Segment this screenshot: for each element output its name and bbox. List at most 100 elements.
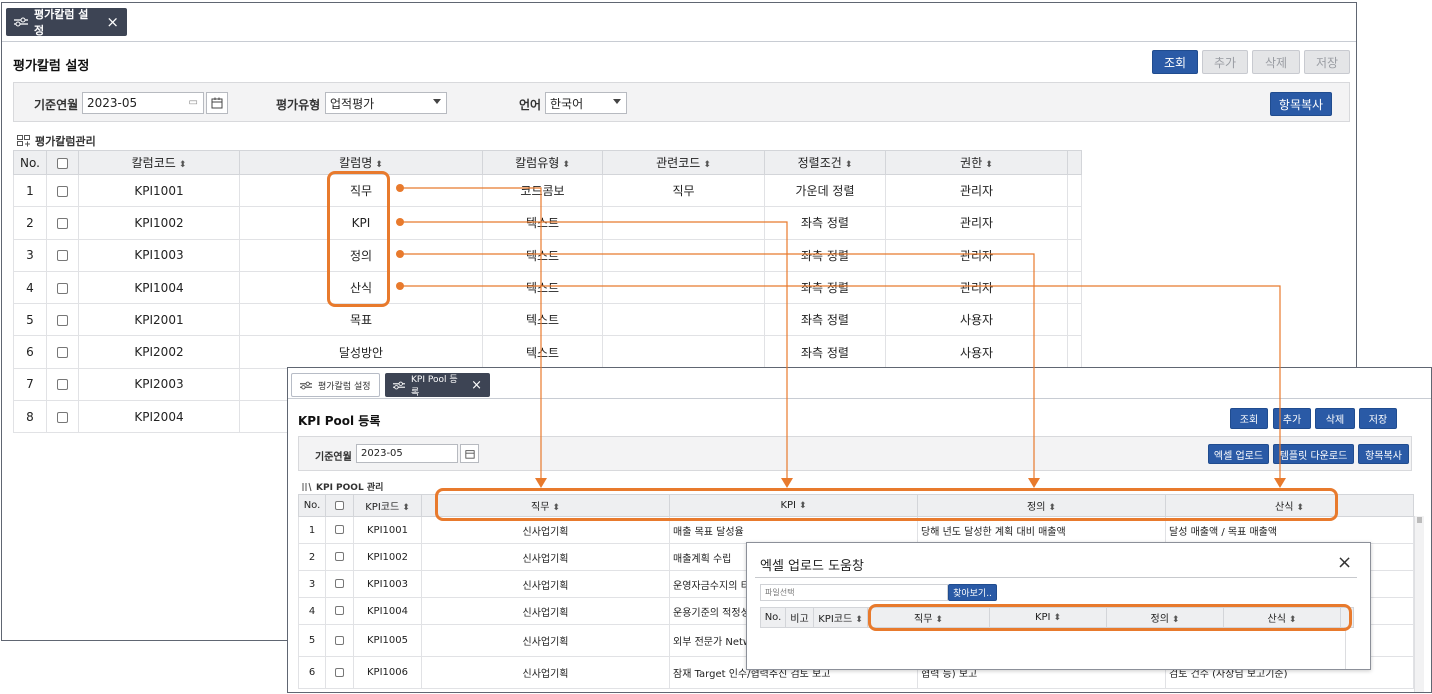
cell-checkbox[interactable] [46, 238, 79, 272]
sort-icon[interactable]: ⬍ [1296, 503, 1304, 513]
cell-checkbox[interactable] [325, 516, 354, 544]
sort-icon[interactable]: ⬍ [1048, 503, 1056, 513]
cell-column-type[interactable]: 코드콤보 [482, 173, 603, 208]
cell-column-type[interactable]: 텍스트 [482, 206, 603, 240]
cell-column-code[interactable]: KPI2003 [78, 367, 240, 402]
excel-upload-button[interactable]: 엑셀 업로드 [1208, 444, 1269, 464]
cell-checkbox[interactable] [46, 270, 79, 305]
cell-no[interactable]: 2 [13, 206, 47, 240]
sort-icon[interactable]: ⬍ [552, 503, 560, 513]
cell-kpi-code[interactable]: KPI1005 [353, 624, 422, 657]
scrollbar-thumb[interactable] [1417, 517, 1422, 523]
cell-alignment[interactable]: 좌측 정렬 [764, 238, 886, 272]
cell-kpi-code[interactable]: KPI1006 [353, 656, 422, 689]
cell-column-code[interactable]: KPI2004 [78, 400, 240, 434]
eval-type-select[interactable]: 업적평가 [325, 92, 447, 114]
cell-no[interactable]: 1 [298, 516, 326, 544]
header-job[interactable]: 직무 ⬍ [421, 494, 670, 517]
cell-column-name[interactable]: 산식 [239, 270, 483, 305]
cell-checkbox[interactable] [46, 400, 79, 434]
cell-column-code[interactable]: KPI1004 [78, 270, 240, 305]
cell-related-code[interactable] [602, 206, 765, 240]
header-column-type[interactable]: 칼럼유형 ⬍ [482, 150, 603, 175]
cell-no[interactable]: 6 [13, 335, 47, 369]
sort-icon[interactable]: ⬍ [375, 160, 383, 170]
cell-checkbox[interactable] [46, 335, 79, 369]
close-icon[interactable]: × [106, 13, 119, 31]
table-row[interactable]: 5 KPI2001 목표 텍스트 좌측 정렬 사용자 [13, 303, 1082, 337]
sort-icon[interactable]: ⬍ [845, 160, 853, 170]
row-checkbox[interactable] [335, 525, 344, 534]
sort-icon[interactable]: ⬍ [402, 503, 410, 513]
select-all-checkbox[interactable] [335, 500, 344, 510]
cell-no[interactable]: 2 [298, 543, 326, 571]
cell-related-code[interactable]: 직무 [602, 173, 765, 208]
header-kpi-code[interactable]: KPI코드 ⬍ [353, 494, 422, 517]
header-kpi-code[interactable]: KPI코드 ⬍ [813, 607, 868, 628]
vertical-scrollbar[interactable] [1414, 516, 1424, 692]
header-select-all[interactable] [46, 150, 79, 175]
file-select-input[interactable]: 파일선택 [760, 584, 948, 601]
cell-checkbox[interactable] [325, 543, 354, 571]
cell-permission[interactable]: 사용자 [885, 303, 1068, 337]
cell-related-code[interactable] [602, 270, 765, 305]
table-row[interactable]: 1 KPI1001 신사업기획 매출 목표 달성율 당해 년도 달성한 계획 대비 매출… [298, 516, 1414, 544]
cell-job[interactable]: 신사업기획 [421, 597, 670, 625]
row-checkbox[interactable] [57, 217, 68, 229]
header-job[interactable]: 직무 ⬍ [867, 607, 990, 628]
cell-checkbox[interactable] [325, 656, 354, 689]
header-remark[interactable]: 비고 [785, 607, 814, 628]
cell-no[interactable]: 3 [298, 570, 326, 598]
cell-column-name[interactable]: 직무 [239, 173, 483, 208]
cell-job[interactable]: 신사업기획 [421, 624, 670, 657]
delete-button[interactable]: 삭제 [1315, 408, 1355, 429]
cell-column-code[interactable]: KPI1001 [78, 173, 240, 208]
cell-alignment[interactable]: 좌측 정렬 [764, 206, 886, 240]
sort-icon[interactable]: ⬍ [1054, 613, 1062, 623]
cell-column-type[interactable]: 텍스트 [482, 238, 603, 272]
cell-formula[interactable]: 달성 매출액 / 목표 매출액 [1165, 516, 1414, 544]
sort-icon[interactable]: ⬍ [855, 615, 863, 625]
cell-checkbox[interactable] [46, 206, 79, 240]
cell-job[interactable]: 신사업기획 [421, 516, 670, 544]
cell-checkbox[interactable] [46, 367, 79, 402]
close-icon[interactable]: × [471, 378, 482, 393]
header-kpi[interactable]: KPI ⬍ [669, 494, 918, 517]
cell-column-type[interactable]: 텍스트 [482, 270, 603, 305]
cell-alignment[interactable]: 좌측 정렬 [764, 303, 886, 337]
sort-icon[interactable]: ⬍ [1289, 615, 1297, 625]
cell-kpi-code[interactable]: KPI1004 [353, 597, 422, 625]
tab-column-settings[interactable]: 평가칼럼 설정 × [6, 8, 127, 37]
select-all-checkbox[interactable] [57, 157, 68, 169]
header-formula[interactable]: 산식 ⬍ [1223, 607, 1341, 628]
row-checkbox[interactable] [335, 552, 344, 561]
cell-kpi[interactable]: 매출 목표 달성율 [669, 516, 918, 544]
cell-alignment[interactable]: 좌측 정렬 [764, 335, 886, 369]
row-checkbox[interactable] [335, 635, 344, 645]
header-definition[interactable]: 정의 ⬍ [1106, 607, 1224, 628]
cell-definition[interactable]: 당해 년도 달성한 계획 대비 매출액 [917, 516, 1166, 544]
cell-kpi-code[interactable]: KPI1001 [353, 516, 422, 544]
header-column-code[interactable]: 칼럼코드 ⬍ [78, 150, 240, 175]
cell-related-code[interactable] [602, 303, 765, 337]
cell-checkbox[interactable] [46, 303, 79, 337]
cell-column-name[interactable]: KPI [239, 206, 483, 240]
copy-items-button[interactable]: 항목복사 [1270, 92, 1332, 116]
browse-button[interactable]: 찾아보기.. [948, 584, 997, 601]
row-checkbox[interactable] [335, 579, 344, 588]
sort-icon[interactable]: ⬍ [179, 160, 187, 170]
cell-no[interactable]: 3 [13, 238, 47, 272]
cell-job[interactable]: 신사업기획 [421, 570, 670, 598]
cell-no[interactable]: 4 [13, 270, 47, 305]
cell-kpi-code[interactable]: KPI1002 [353, 543, 422, 571]
header-alignment[interactable]: 정렬조건 ⬍ [764, 150, 886, 175]
cell-checkbox[interactable] [325, 624, 354, 657]
cell-permission[interactable]: 관리자 [885, 238, 1068, 272]
cell-permission[interactable]: 사용자 [885, 335, 1068, 369]
cell-no[interactable]: 5 [13, 303, 47, 337]
cell-column-code[interactable]: KPI1002 [78, 206, 240, 240]
sort-icon[interactable]: ⬍ [985, 160, 993, 170]
sort-icon[interactable]: ⬍ [1172, 615, 1180, 625]
header-related-code[interactable]: 관련코드 ⬍ [602, 150, 765, 175]
language-select[interactable]: 한국어 [545, 92, 627, 114]
